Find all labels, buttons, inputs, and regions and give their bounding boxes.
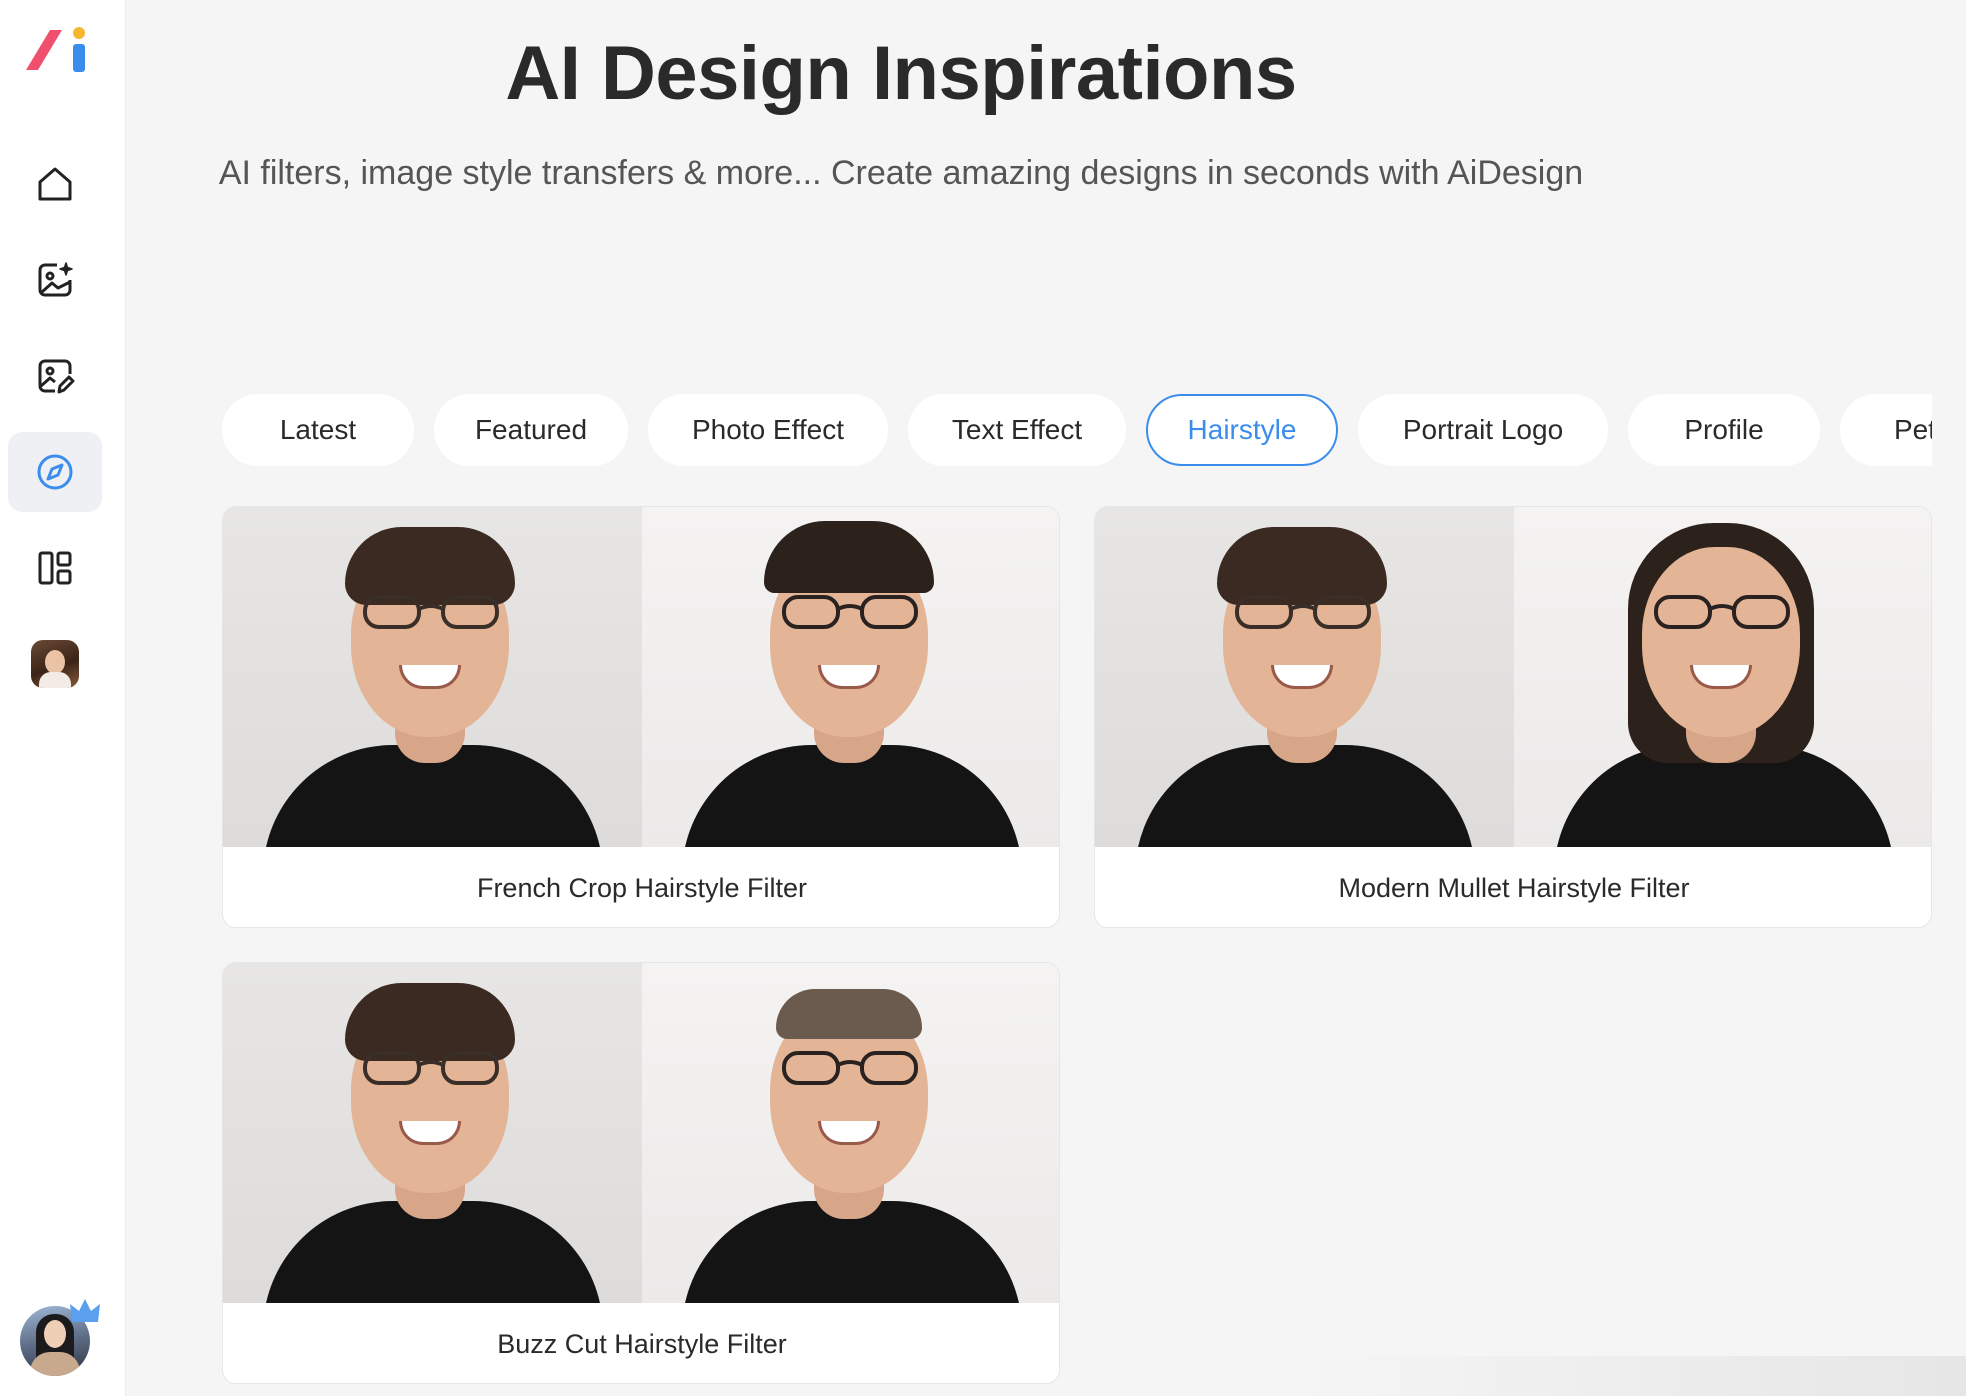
scroll-shadow xyxy=(1300,1356,1966,1396)
after-photo xyxy=(642,507,1059,847)
tab-profile[interactable]: Profile xyxy=(1628,394,1820,466)
before-photo xyxy=(223,963,642,1303)
after-photo xyxy=(642,963,1059,1303)
tab-portrait-logo[interactable]: Portrait Logo xyxy=(1358,394,1608,466)
filter-card-french-crop[interactable]: French Crop Hairstyle Filter xyxy=(222,506,1060,928)
card-title: Modern Mullet Hairstyle Filter xyxy=(1338,872,1690,903)
tab-photo-effect[interactable]: Photo Effect xyxy=(648,394,888,466)
after-photo xyxy=(1514,507,1931,847)
sidebar xyxy=(0,0,126,1396)
portrait-thumbnail xyxy=(31,640,79,688)
card-title: French Crop Hairstyle Filter xyxy=(476,872,808,903)
sidebar-item-templates[interactable] xyxy=(8,528,102,608)
category-tabs: Latest Featured Photo Effect Text Effect… xyxy=(222,394,1932,468)
card-title: Buzz Cut Hairstyle Filter xyxy=(497,1328,787,1359)
tab-pet[interactable]: Pet xyxy=(1840,394,1932,466)
crown-icon xyxy=(70,1299,100,1322)
page-subtitle: AI filters, image style transfers & more… xyxy=(218,154,1584,192)
image-sparkle-icon xyxy=(38,262,73,297)
image-edit-icon xyxy=(38,359,75,394)
sidebar-item-avatar-generator[interactable] xyxy=(8,624,102,704)
tab-latest[interactable]: Latest xyxy=(222,394,414,466)
filter-card-modern-mullet[interactable]: Modern Mullet Hairstyle Filter xyxy=(1094,506,1932,928)
sidebar-item-image-edit[interactable] xyxy=(8,336,102,416)
before-photo xyxy=(223,507,642,847)
compass-icon xyxy=(37,454,73,490)
filter-card-buzz-cut[interactable]: Buzz Cut Hairstyle Filter xyxy=(222,962,1060,1384)
sidebar-item-home[interactable] xyxy=(8,144,102,224)
sidebar-item-ai-image[interactable] xyxy=(8,240,102,320)
before-photo xyxy=(1095,507,1514,847)
page-title: AI Design Inspirations xyxy=(505,31,1297,116)
home-icon xyxy=(38,167,72,201)
tab-featured[interactable]: Featured xyxy=(434,394,628,466)
sidebar-item-explore[interactable] xyxy=(8,432,102,512)
app-logo[interactable] xyxy=(22,24,90,76)
layout-icon xyxy=(38,551,72,585)
tab-hairstyle[interactable]: Hairstyle xyxy=(1146,394,1338,466)
tab-text-effect[interactable]: Text Effect xyxy=(908,394,1126,466)
